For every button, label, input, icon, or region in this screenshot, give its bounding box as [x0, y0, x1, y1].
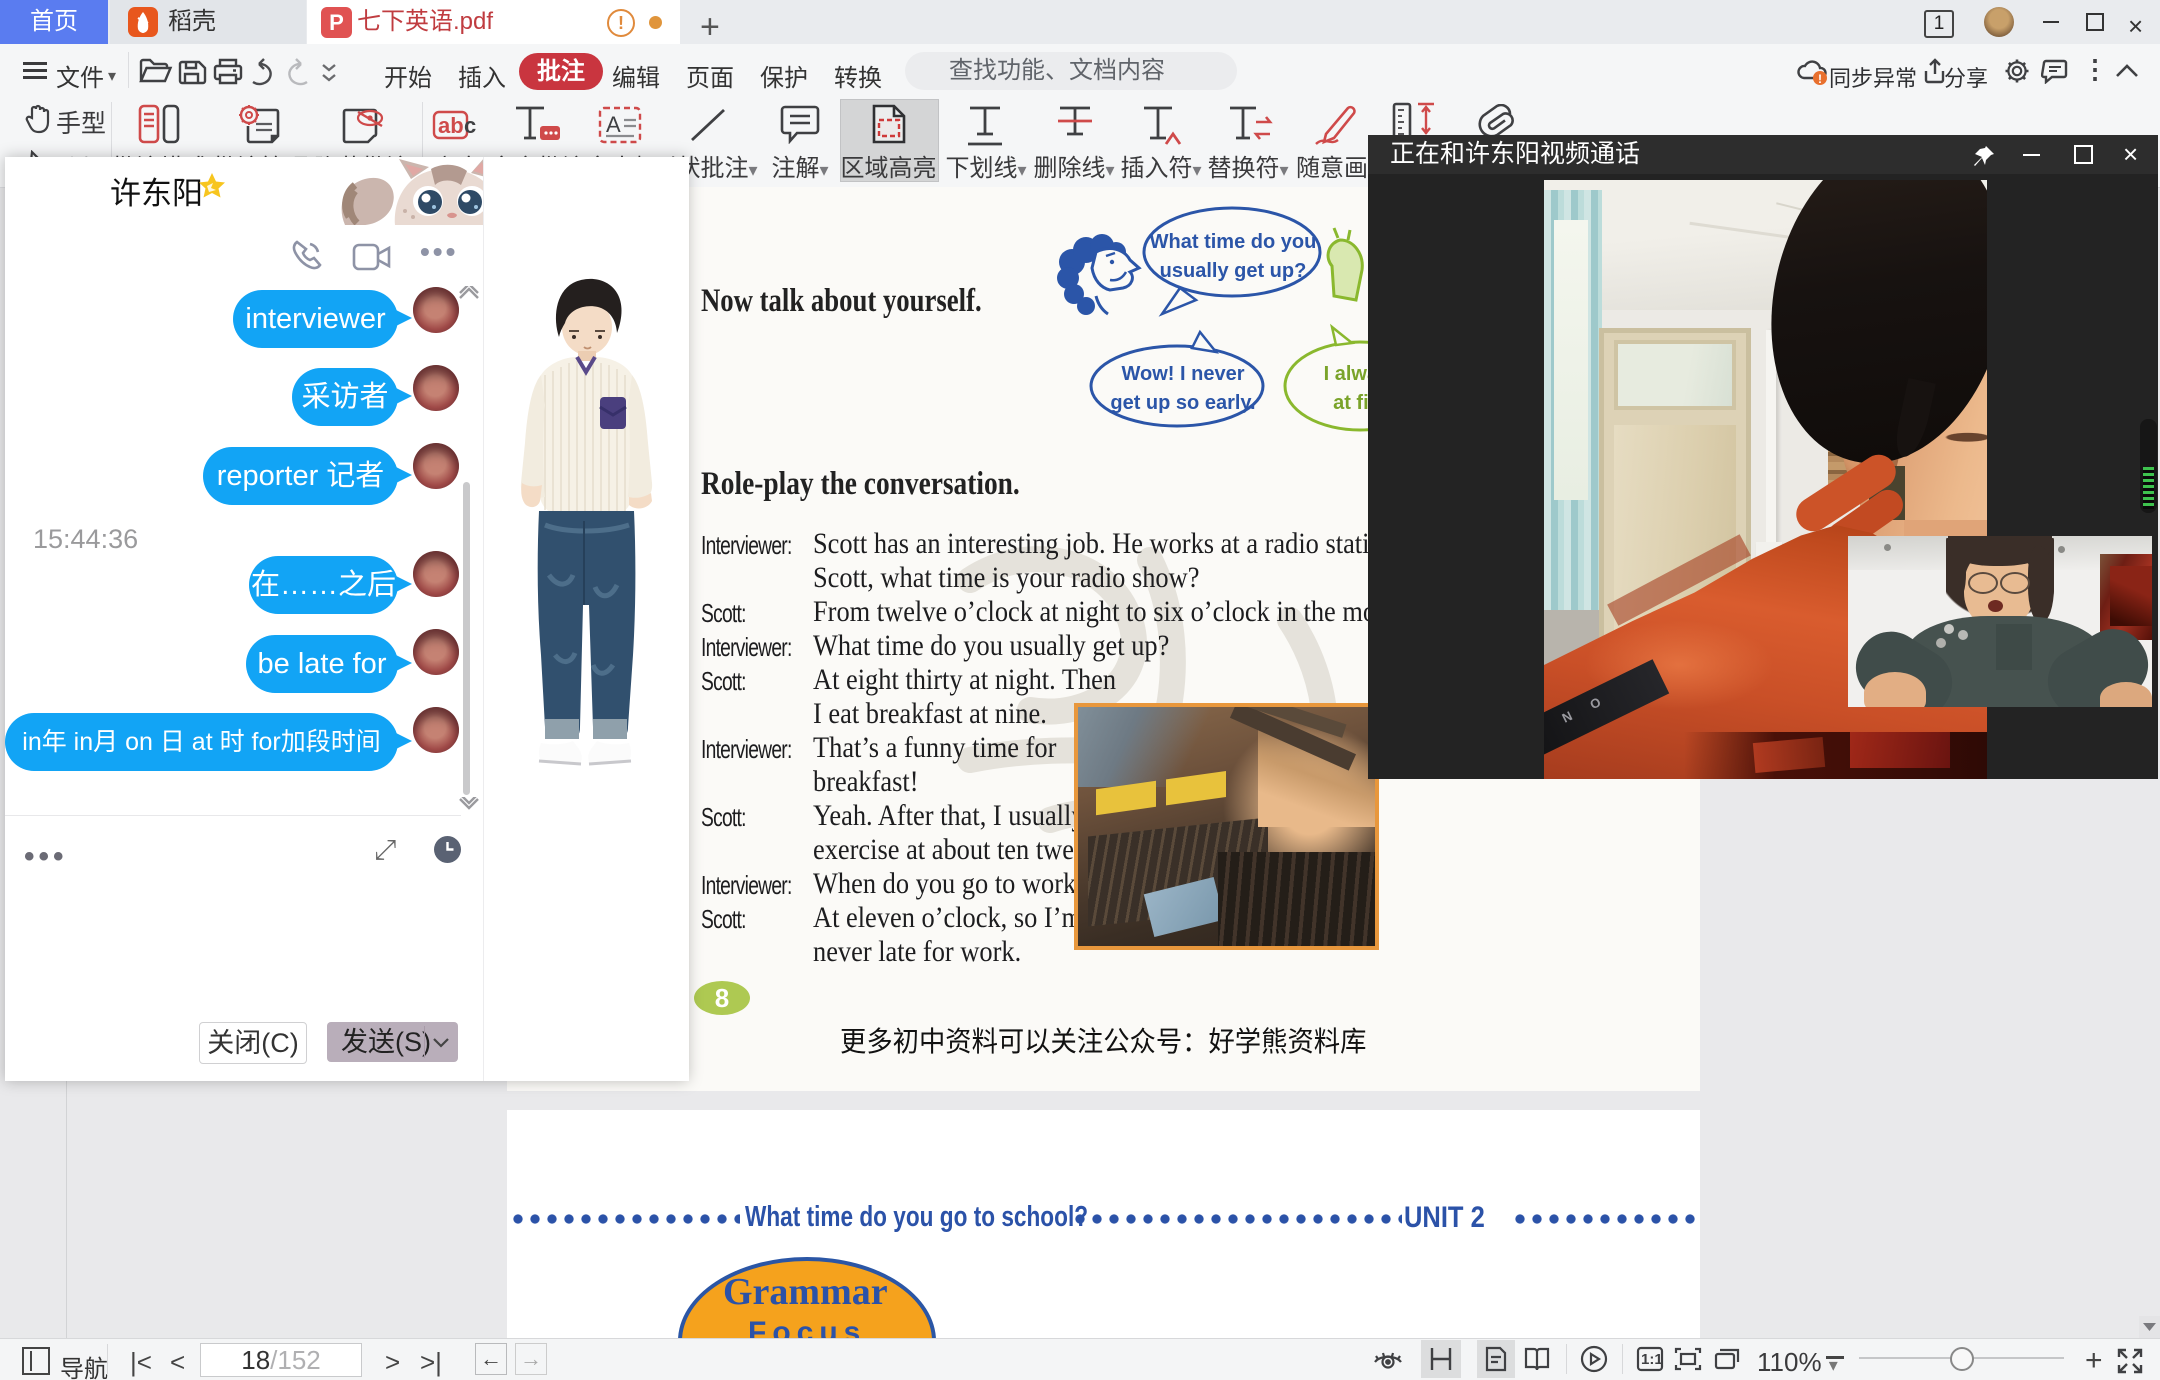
- svg-text:ab: ab: [438, 113, 464, 138]
- svg-text:!: !: [1818, 72, 1822, 86]
- svg-text:c: c: [464, 113, 476, 138]
- svg-text:A: A: [606, 112, 621, 137]
